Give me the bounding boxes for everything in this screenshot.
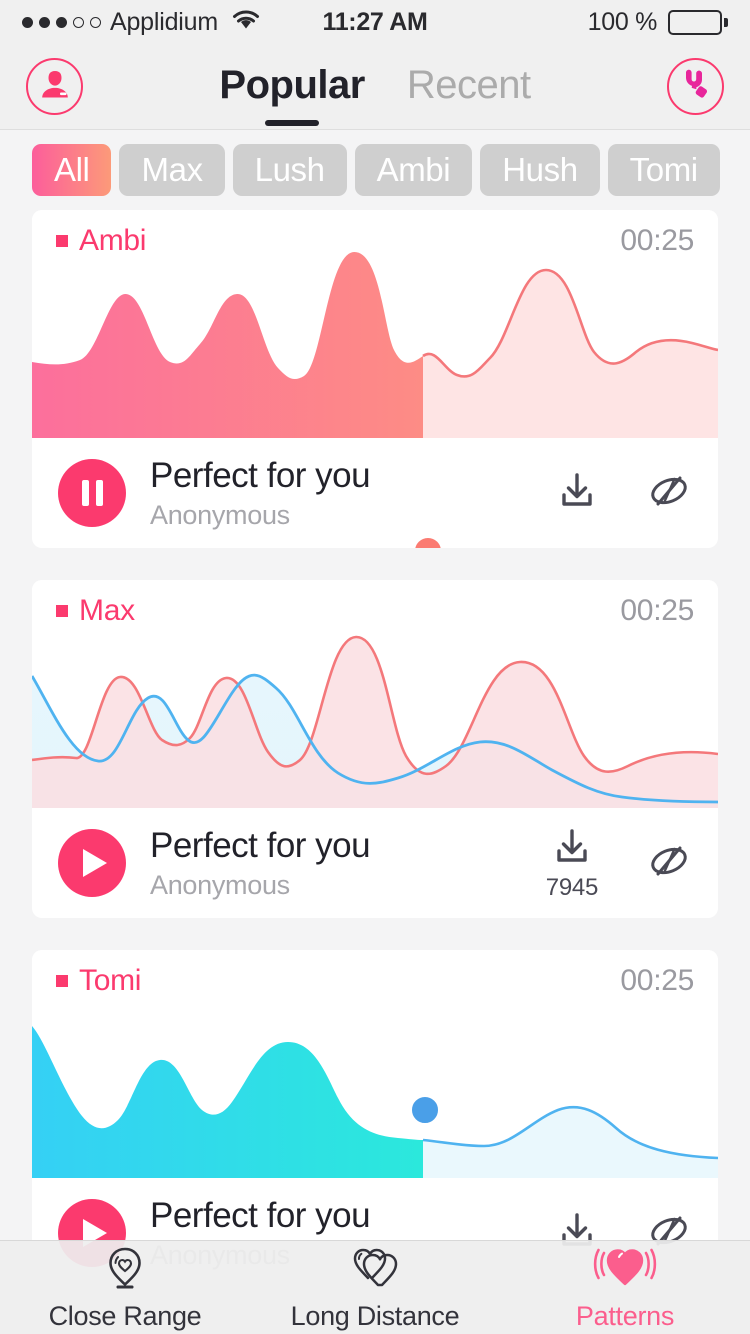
track-meta: Perfect for you Anonymous	[150, 455, 371, 531]
tab-recent[interactable]: Recent	[407, 63, 531, 112]
download-button[interactable]: 7945	[546, 825, 598, 902]
visibility-button[interactable]	[646, 470, 692, 517]
play-button[interactable]	[58, 829, 126, 897]
tab-popular-label: Popular	[219, 62, 365, 107]
waveform-tomi[interactable]: Tomi 00:25	[32, 950, 718, 1178]
waveform-max[interactable]: Max 00:25	[32, 580, 718, 808]
battery-percent-label: 100 %	[587, 7, 658, 36]
filter-chip-hush[interactable]: Hush	[480, 144, 600, 196]
playhead-handle[interactable]	[411, 534, 445, 548]
download-icon	[556, 469, 598, 516]
eye-slash-icon	[646, 840, 692, 887]
tab-patterns[interactable]: Patterns	[500, 1244, 750, 1332]
card-footer: Perfect for you Anonymous	[32, 438, 718, 548]
tab-long-distance-label: Long Distance	[290, 1300, 460, 1331]
filter-chip-row[interactable]: All Max Lush Ambi Hush Tomi	[0, 130, 750, 210]
status-bar-right: 100 %	[588, 8, 728, 37]
pattern-card[interactable]: Tomi 00:25 Perfect for you Anonymous	[32, 950, 718, 1288]
card-footer: Perfect for you Anonymous 7945	[32, 808, 718, 918]
tab-close-range-label: Close Range	[48, 1300, 202, 1331]
battery-full-icon	[668, 9, 728, 35]
active-tab-underline	[265, 119, 320, 126]
filter-chip-max[interactable]: Max	[119, 144, 225, 196]
track-title: Perfect for you	[150, 825, 371, 865]
pulsing-heart-icon	[593, 1244, 657, 1295]
track-author: Anonymous	[150, 869, 290, 900]
eye-slash-icon	[646, 470, 692, 517]
download-button[interactable]	[556, 469, 598, 518]
play-icon	[83, 849, 107, 877]
tab-recent-label: Recent	[406, 62, 531, 107]
navigation-bar: Popular Recent	[0, 44, 750, 130]
track-title: Perfect for you	[150, 1195, 371, 1235]
tab-patterns-label: Patterns	[575, 1300, 675, 1331]
filter-chip-lush[interactable]: Lush	[232, 144, 347, 196]
tab-close-range[interactable]: Close Range	[0, 1244, 250, 1332]
waveform-ambi[interactable]: Ambi 00:25	[32, 210, 718, 548]
download-icon	[551, 825, 593, 872]
status-bar: Applidium 11:27 AM 100 %	[0, 0, 750, 44]
pause-button[interactable]	[58, 459, 126, 527]
filter-chip-all[interactable]: All	[32, 144, 112, 196]
tab-popular[interactable]: Popular	[219, 62, 365, 126]
playhead-handle[interactable]	[408, 1093, 442, 1127]
pin-heart-icon	[102, 1244, 148, 1295]
track-meta: Perfect for you Anonymous	[150, 825, 371, 901]
pattern-card[interactable]: Ambi 00:25 Perfect for you Anonymous	[32, 210, 718, 548]
bottom-tab-bar: Close Range Long Distance Patterns	[0, 1240, 750, 1334]
filter-chip-ambi[interactable]: Ambi	[354, 144, 473, 196]
pause-icon	[81, 480, 103, 506]
card-actions: 7945	[546, 825, 692, 902]
filter-chip-tomi[interactable]: Tomi	[607, 144, 720, 196]
pattern-list[interactable]: Ambi 00:25 Perfect for you Anonymous Max…	[0, 210, 750, 1288]
visibility-button[interactable]	[646, 840, 692, 887]
nav-tabs: Popular Recent	[0, 44, 750, 130]
track-author: Anonymous	[150, 499, 290, 530]
pattern-card[interactable]: Max 00:25 Perfect for you Anonymous 7945	[32, 580, 718, 918]
download-count: 7945	[545, 873, 599, 901]
tab-long-distance[interactable]: Long Distance	[250, 1244, 500, 1332]
two-hearts-icon	[350, 1244, 400, 1295]
card-actions	[556, 469, 692, 518]
track-title: Perfect for you	[150, 455, 371, 495]
